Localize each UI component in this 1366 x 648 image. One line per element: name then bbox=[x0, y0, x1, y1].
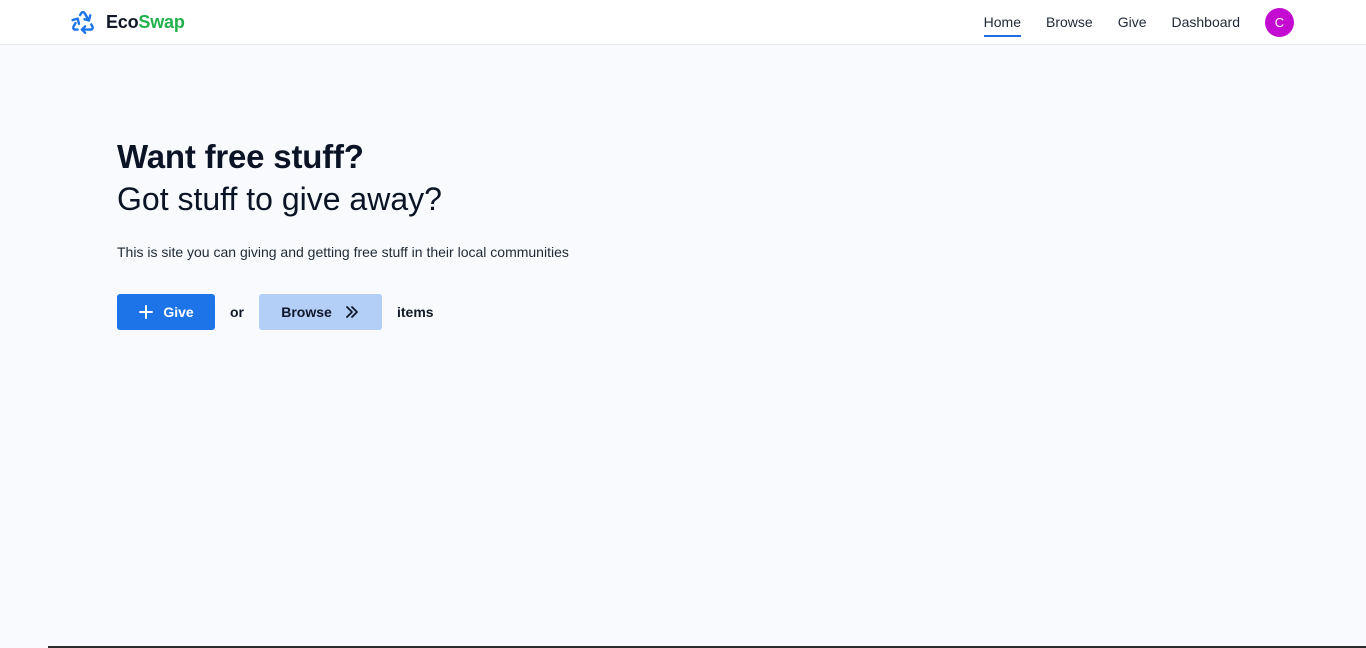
give-button-label: Give bbox=[163, 304, 194, 320]
top-navbar: EcoSwap Home Browse Give Dashboard C bbox=[0, 0, 1366, 45]
nav-link-give[interactable]: Give bbox=[1118, 12, 1147, 32]
hero-actions: Give or Browse items bbox=[117, 294, 817, 330]
items-text: items bbox=[397, 304, 434, 320]
hero-section: Want free stuff? Got stuff to give away?… bbox=[117, 138, 817, 330]
browse-button-label: Browse bbox=[281, 304, 332, 320]
brand-name: EcoSwap bbox=[106, 12, 185, 33]
double-chevron-right-icon bbox=[345, 306, 358, 318]
hero-subtitle: Got stuff to give away? bbox=[117, 181, 442, 217]
brand-logo-link[interactable]: EcoSwap bbox=[70, 9, 185, 35]
brand-name-swap: Swap bbox=[138, 11, 185, 32]
nav-link-home[interactable]: Home bbox=[983, 12, 1022, 37]
plus-icon bbox=[139, 305, 154, 319]
hero-description: This is site you can giving and getting … bbox=[117, 244, 569, 260]
main-nav: Home Browse Give Dashboard C bbox=[983, 0, 1294, 44]
nav-link-browse[interactable]: Browse bbox=[1046, 12, 1093, 32]
give-button[interactable]: Give bbox=[117, 294, 215, 330]
or-text: or bbox=[230, 304, 244, 320]
nav-link-dashboard[interactable]: Dashboard bbox=[1172, 12, 1241, 32]
browse-button[interactable]: Browse bbox=[259, 294, 382, 330]
brand-name-eco: Eco bbox=[106, 11, 139, 32]
hero-title: Want free stuff? bbox=[117, 138, 364, 175]
recycle-icon bbox=[71, 11, 94, 35]
user-avatar[interactable]: C bbox=[1265, 7, 1294, 37]
